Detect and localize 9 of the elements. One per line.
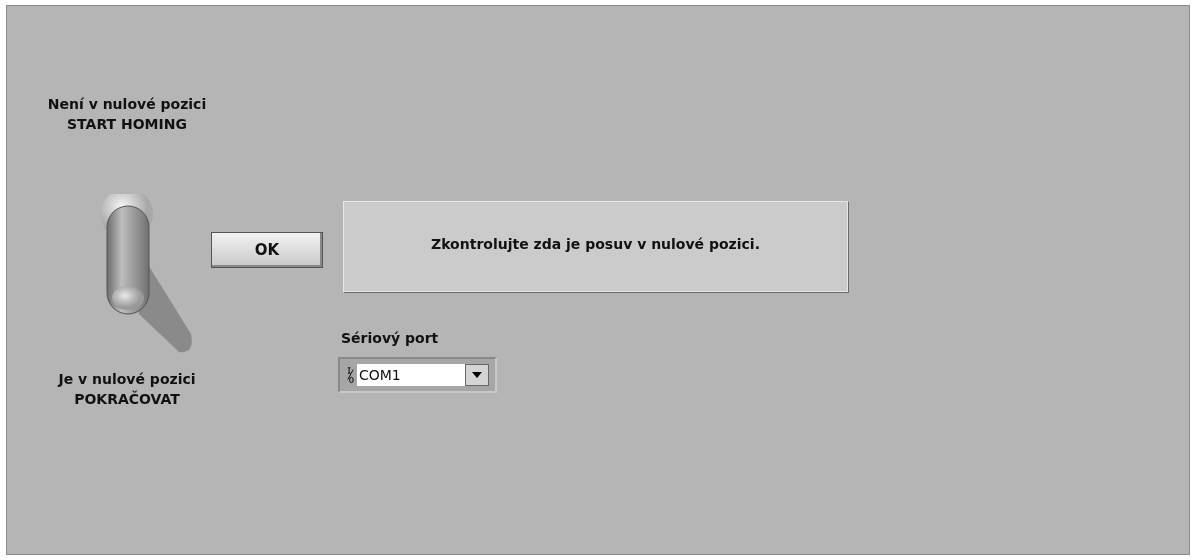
ok-button[interactable]: OK [211, 232, 323, 268]
io-icon [346, 364, 355, 386]
message-box: Zkontrolujte zda je posuv v nulové pozici. [343, 201, 848, 292]
toggle-label: POKRAČOVAT [73, 389, 181, 409]
toggle-label: Je v nulové pozici [56, 370, 197, 389]
toggle-label: Není v nulové pozici [46, 95, 208, 114]
port-dropdown[interactable]: COM1 [338, 357, 497, 393]
toggle-label: START HOMING [66, 115, 188, 134]
field-label: Sériový port [341, 330, 439, 346]
